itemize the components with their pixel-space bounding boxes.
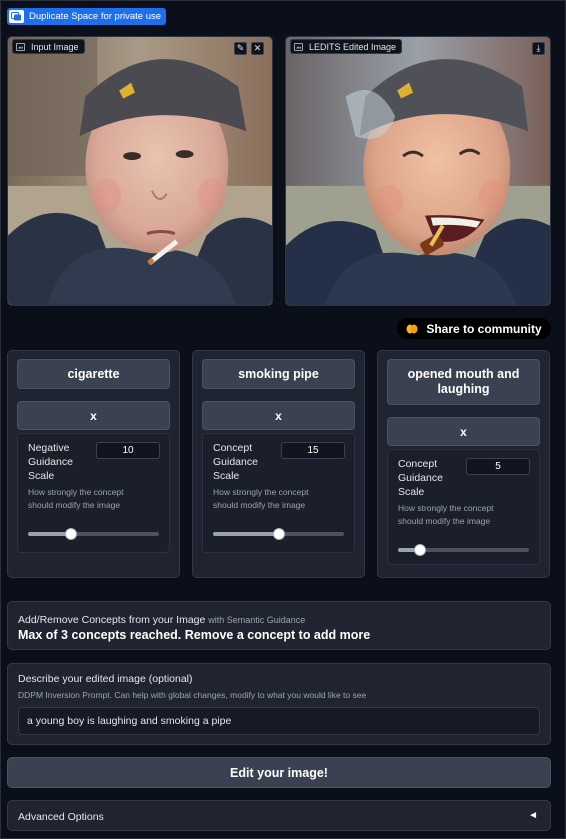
edited-image-panel[interactable]: LEDITS Edited Image ⤓ — [285, 36, 551, 306]
duplicate-space-button[interactable]: Duplicate Space for private use — [7, 8, 167, 25]
remove-concept-button[interactable]: x — [202, 401, 355, 430]
slider-track[interactable] — [213, 528, 344, 540]
remove-concept-button[interactable]: x — [17, 401, 170, 430]
slider-thumb[interactable] — [414, 544, 427, 556]
add-remove-subtitle: with Semantic Guidance — [208, 615, 306, 625]
slider-fill — [213, 532, 279, 536]
edited-image-label-text: LEDITS Edited Image — [309, 41, 397, 52]
slider-info: How strongly the concept should modify t… — [398, 503, 494, 526]
close-icon[interactable]: ✕ — [251, 42, 264, 55]
slider-label: Concept Guidance Scale — [398, 458, 443, 498]
edit-image-button[interactable]: Edit your image! — [7, 757, 551, 788]
max-concepts-message: Max of 3 concepts reached. Remove a conc… — [18, 628, 371, 642]
slider-track[interactable] — [398, 544, 529, 556]
guidance-slider-box: Concept Guidance Scale 5 How strongly th… — [387, 449, 540, 565]
slider-thumb[interactable] — [272, 528, 285, 540]
edited-image — [286, 37, 550, 305]
image-icon — [16, 42, 25, 51]
slider-label: Negative Guidance Scale — [28, 442, 73, 482]
advanced-options-accordion[interactable]: Advanced Options ◄ — [7, 800, 551, 831]
add-remove-title: Add/Remove Concepts from your Image with… — [18, 614, 305, 626]
add-remove-title-text: Add/Remove Concepts from your Image — [18, 614, 206, 626]
slider-value-input[interactable]: 15 — [281, 442, 345, 459]
guidance-slider-box: Concept Guidance Scale 15 How strongly t… — [202, 433, 355, 553]
concept-card-1: cigarette x Negative Guidance Scale 10 H… — [7, 350, 180, 578]
image-icon — [294, 42, 303, 51]
concept-button-opened-mouth[interactable]: opened mouth and laughing — [387, 359, 540, 405]
slider-info: How strongly the concept should modify t… — [28, 487, 124, 510]
slider-track[interactable] — [28, 528, 159, 540]
edit-icon[interactable]: ✎ — [234, 42, 247, 55]
describe-info: DDPM Inversion Prompt. Can help with glo… — [18, 690, 367, 700]
hands-icon — [406, 324, 418, 333]
concept-button-smoking-pipe[interactable]: smoking pipe — [202, 359, 355, 389]
advanced-options-label: Advanced Options — [18, 811, 104, 823]
add-remove-concepts-panel: Add/Remove Concepts from your Image with… — [7, 601, 551, 650]
expand-arrow-icon: ◄ — [528, 810, 538, 821]
slider-value-input[interactable]: 10 — [96, 442, 160, 459]
describe-title: Describe your edited image (optional) — [18, 673, 193, 685]
prompt-input[interactable]: a young boy is laughing and smoking a pi… — [18, 707, 540, 735]
concept-card-3: opened mouth and laughing x Concept Guid… — [377, 350, 550, 578]
download-icon[interactable]: ⤓ — [532, 42, 545, 55]
edited-image-label: LEDITS Edited Image — [290, 39, 403, 54]
slider-value-input[interactable]: 5 — [466, 458, 530, 475]
duplicate-icon — [9, 10, 24, 23]
slider-label: Concept Guidance Scale — [213, 442, 258, 482]
concept-card-2: smoking pipe x Concept Guidance Scale 15… — [192, 350, 365, 578]
share-to-community-button[interactable]: Share to community — [397, 318, 551, 339]
input-image-panel[interactable]: Input Image ✎ ✕ — [7, 36, 273, 306]
slider-thumb[interactable] — [65, 528, 78, 540]
input-image-label-text: Input Image — [31, 41, 79, 52]
input-image-label: Input Image — [12, 39, 85, 54]
concept-button-cigarette[interactable]: cigarette — [17, 359, 170, 389]
duplicate-space-label: Duplicate Space for private use — [29, 11, 162, 22]
slider-info: How strongly the concept should modify t… — [213, 487, 309, 510]
share-label: Share to community — [426, 321, 542, 336]
input-image — [8, 37, 272, 305]
guidance-slider-box: Negative Guidance Scale 10 How strongly … — [17, 433, 170, 553]
remove-concept-button[interactable]: x — [387, 417, 540, 446]
describe-image-panel: Describe your edited image (optional) DD… — [7, 663, 551, 745]
